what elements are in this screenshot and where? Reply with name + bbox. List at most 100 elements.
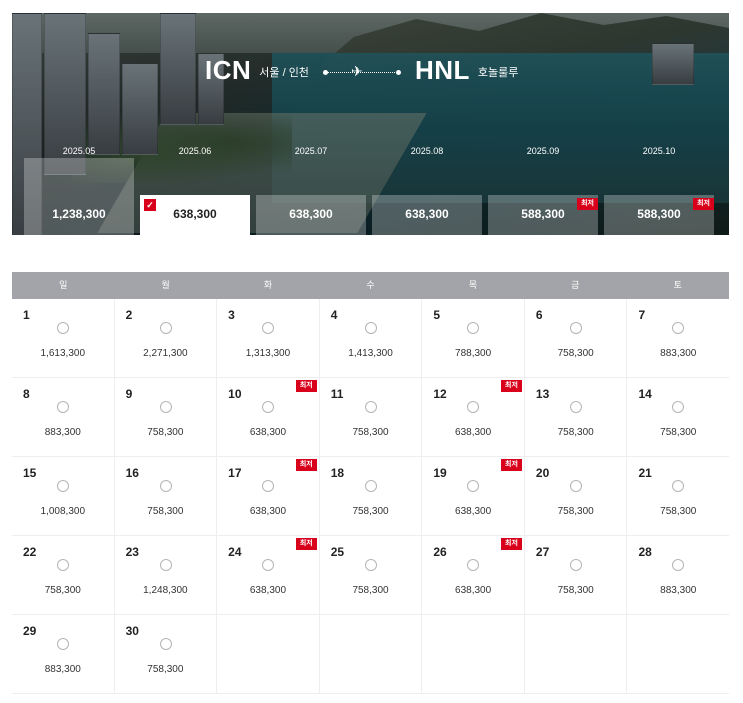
month-price: 588,300 [637, 207, 681, 221]
calendar-day-cell[interactable]: 27 758,300 [525, 536, 628, 614]
calendar-day-cell[interactable]: 18 758,300 [320, 457, 423, 535]
month-card[interactable]: 최저 588,300 [488, 195, 598, 235]
day-radio[interactable] [262, 322, 275, 334]
calendar-day-cell[interactable]: 1 1,613,300 [12, 299, 115, 377]
day-number: 9 [125, 387, 133, 401]
day-radio[interactable] [57, 559, 69, 571]
day-radio[interactable] [467, 322, 480, 334]
day-radio[interactable] [672, 401, 685, 413]
calendar-day-cell[interactable]: 15 1,008,300 [12, 457, 115, 535]
day-radio[interactable] [569, 401, 582, 413]
month-card-selected[interactable]: ✓ 638,300 [140, 195, 250, 235]
calendar-empty-cell [320, 615, 423, 693]
day-radio[interactable] [57, 401, 69, 413]
calendar-day-cell[interactable]: 23 1,248,300 [115, 536, 218, 614]
day-radio[interactable] [159, 480, 172, 492]
day-fare: 758,300 [557, 585, 594, 596]
calendar-day-cell[interactable]: 22 758,300 [12, 536, 115, 614]
day-fare: 758,300 [352, 427, 389, 438]
calendar-day-cell[interactable]: 12 638,300 최저 [422, 378, 525, 456]
day-radio[interactable] [262, 559, 275, 571]
calendar-day-cell[interactable]: 25 758,300 [320, 536, 423, 614]
airplane-icon: ✈ [350, 63, 363, 79]
lowest-badge: 최저 [295, 380, 317, 392]
calendar-day-cell[interactable]: 8 883,300 [12, 378, 115, 456]
day-number: 1 [23, 308, 30, 322]
day-radio[interactable] [467, 480, 480, 492]
lowest-badge: 최저 [295, 538, 317, 550]
weekday-label: 금 [571, 280, 580, 290]
day-number: 30 [125, 624, 139, 638]
day-radio[interactable] [57, 480, 69, 492]
day-radio[interactable] [57, 322, 69, 334]
calendar-day-cell[interactable]: 28 883,300 [627, 536, 729, 614]
calendar-day-cell[interactable]: 14 758,300 [627, 378, 729, 456]
month-price: 638,300 [405, 207, 449, 221]
day-radio[interactable] [364, 322, 377, 334]
calendar-day-cell[interactable]: 7 883,300 [627, 299, 729, 377]
calendar-day-cell[interactable]: 19 638,300 최저 [422, 457, 525, 535]
day-radio[interactable] [159, 401, 172, 413]
calendar-day-cell[interactable]: 4 1,413,300 [320, 299, 423, 377]
calendar-day-cell[interactable]: 5 788,300 [422, 299, 525, 377]
month-labels: 2025.05 2025.06 2025.07 2025.08 2025.09 … [12, 146, 729, 158]
month-card[interactable]: 638,300 [256, 195, 366, 235]
day-radio[interactable] [672, 480, 685, 492]
day-radio[interactable] [159, 559, 172, 571]
day-number: 27 [535, 545, 550, 559]
day-radio[interactable] [569, 480, 582, 492]
day-fare: 758,300 [147, 427, 184, 438]
day-fare: 638,300 [249, 506, 287, 517]
day-radio[interactable] [672, 559, 685, 571]
day-fare: 758,300 [660, 427, 697, 438]
weekday-label: 수 [366, 280, 375, 290]
calendar-day-cell[interactable]: 2 2,271,300 [115, 299, 218, 377]
day-number: 23 [125, 545, 139, 559]
calendar-day-cell[interactable]: 20 758,300 [525, 457, 628, 535]
calendar-empty-cell [627, 615, 729, 693]
day-radio[interactable] [57, 638, 69, 650]
calendar-day-cell[interactable]: 10 638,300 최저 [217, 378, 320, 456]
day-radio[interactable] [159, 322, 172, 334]
calendar-day-cell[interactable]: 13 758,300 [525, 378, 628, 456]
calendar-day-cell[interactable]: 21 758,300 [627, 457, 729, 535]
day-number: 17 [228, 466, 242, 480]
calendar-day-cell[interactable]: 9 758,300 [115, 378, 218, 456]
day-number: 11 [330, 387, 344, 401]
month-card[interactable]: 1,238,300 [24, 158, 134, 235]
calendar-day-cell[interactable]: 17 638,300 최저 [217, 457, 320, 535]
day-radio[interactable] [159, 638, 172, 650]
day-radio[interactable] [569, 322, 582, 334]
day-number: 16 [125, 466, 139, 480]
calendar-day-cell[interactable]: 29 883,300 [12, 615, 115, 693]
day-radio[interactable] [364, 480, 377, 492]
month-card[interactable]: 최저 588,300 [604, 195, 714, 235]
day-number: 22 [23, 545, 37, 559]
calendar-body: 1 1,613,300 2 2,271,300 3 1,313,300 4 1,413,300… [12, 299, 729, 694]
month-card[interactable]: 638,300 [372, 195, 482, 235]
day-radio[interactable] [569, 559, 582, 571]
calendar-day-cell[interactable]: 11 758,300 [320, 378, 423, 456]
day-radio[interactable] [262, 401, 275, 413]
day-radio[interactable] [364, 559, 377, 571]
day-radio[interactable] [467, 401, 480, 413]
calendar-day-cell[interactable]: 24 638,300 최저 [217, 536, 320, 614]
day-fare: 1,008,300 [40, 506, 86, 517]
calendar-day-cell[interactable]: 6 758,300 [525, 299, 628, 377]
day-radio[interactable] [672, 322, 685, 334]
month-label: 2025.06 [178, 146, 212, 156]
weekday-header: 일월화수목금토 [12, 272, 729, 299]
day-number: 15 [23, 466, 37, 480]
calendar-day-cell[interactable]: 3 1,313,300 [217, 299, 320, 377]
calendar-day-cell[interactable]: 26 638,300 최저 [422, 536, 525, 614]
day-fare: 638,300 [455, 506, 492, 517]
day-radio[interactable] [262, 480, 275, 492]
day-fare: 1,413,300 [348, 348, 393, 359]
day-radio[interactable] [364, 401, 377, 413]
month-price: 638,300 [289, 207, 333, 221]
day-radio[interactable] [467, 559, 480, 571]
calendar-day-cell[interactable]: 30 758,300 [115, 615, 218, 693]
calendar-day-cell[interactable]: 16 758,300 [115, 457, 218, 535]
lowest-badge: 최저 [501, 538, 522, 550]
calendar-week: 8 883,300 9 758,300 10 638,300 최저 11 758,300 12 63… [12, 378, 729, 457]
